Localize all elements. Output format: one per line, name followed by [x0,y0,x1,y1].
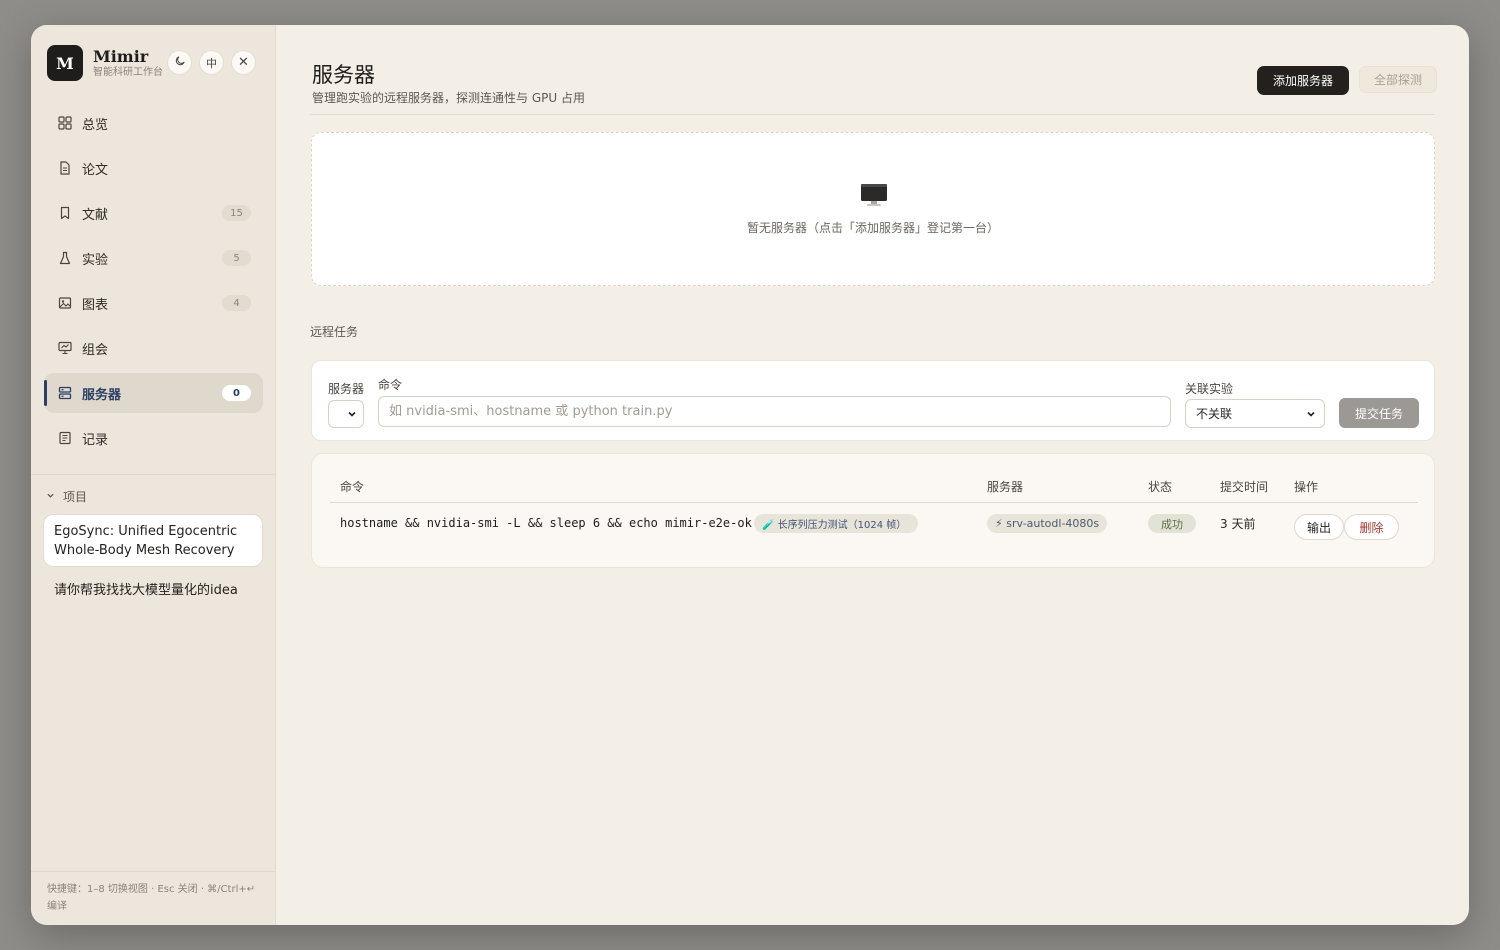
bookmark-icon [58,206,72,220]
sidebar-item-label: 总览 [82,117,109,133]
header-actions: 中 ✕ [167,50,256,75]
presentation-icon [58,341,72,355]
add-server-button[interactable]: 添加服务器 [1257,66,1349,95]
column-header-status: 状态 [1148,480,1173,494]
shortcut-hint: 快捷键：1–8 切换视图 · Esc 关闭 · ⌘/Ctrl+↵ 编译 [47,884,256,912]
sidebar-item-literature[interactable]: 文献 15 [44,193,263,233]
sidebar-divider [31,871,275,872]
count-badge: 15 [222,205,251,221]
sidebar-item-label: 组会 [82,342,109,358]
column-header-server: 服务器 [987,480,1024,494]
sidebar-item-records[interactable]: 记录 [44,418,263,458]
projects-header[interactable]: 项目 [46,488,87,505]
output-button[interactable]: 输出 [1294,514,1344,540]
moon-icon [174,55,186,70]
command-label: 命令 [378,378,403,392]
main-content: 服务器 管理跑实验的远程服务器，探测连通性与 GPU 占用 添加服务器 全部探测… [276,25,1469,925]
column-header-command: 命令 [340,480,365,494]
sidebar-divider [31,474,275,475]
count-badge: 5 [222,250,251,266]
count-badge: 0 [222,385,251,401]
sidebar-item-meetings[interactable]: 组会 [44,328,263,368]
close-icon: ✕ [238,55,249,70]
sidebar-item-label: 实验 [82,252,109,268]
column-header-actions: 操作 [1294,480,1319,494]
column-header-submitted: 提交时间 [1220,480,1269,494]
sidebar-item-servers[interactable]: 服务器 0 [44,373,263,413]
experiment-select-value: 不关联 [1196,407,1233,421]
brand: M Mimir 智能科研工作台 [47,45,163,81]
sidebar-item-overview[interactable]: 总览 [44,103,263,143]
sidebar-item-figures[interactable]: 图表 4 [44,283,263,323]
flask-icon [58,251,72,265]
sidebar-item-papers[interactable]: 论文 [44,148,263,188]
sidebar-item-label: 图表 [82,297,109,313]
chevron-down-icon [46,491,55,503]
remote-tasks-table: 命令 服务器 状态 提交时间 操作 hostname && nvidia-smi… [311,453,1435,568]
remote-tasks-heading: 远程任务 [310,325,359,339]
server-chip[interactable]: ⚡ srv-autodl-4080s [987,514,1108,533]
projects-header-label: 项目 [63,490,88,504]
page-subtitle: 管理跑实验的远程服务器，探测连通性与 GPU 占用 [312,91,585,105]
language-toggle-button[interactable]: 中 [199,50,224,75]
probe-all-button[interactable]: 全部探测 [1359,66,1437,93]
submit-task-button[interactable]: 提交任务 [1339,398,1419,428]
app-name: Mimir [93,46,149,66]
notes-icon [58,431,72,445]
app-window: M Mimir 智能科研工作台 中 ✕ 总览 论文 文献 15 实验 5 图表 … [31,25,1469,925]
empty-servers-panel: 暂无服务器（点击「添加服务器」登记第一台） [311,132,1435,286]
task-form: 服务器 命令 关联实验 不关联 提交任务 [311,360,1435,441]
project-item[interactable]: 请你帮我找找大模型量化的idea [54,579,238,598]
sidebar-item-label: 论文 [82,162,109,178]
experiment-select-label: 关联实验 [1185,382,1234,396]
app-subtitle: 智能科研工作台 [93,66,163,78]
sidebar-nav: 总览 论文 文献 15 实验 5 图表 4 组会 服务器 0 记录 [44,103,263,463]
sidebar-item-label: 文献 [82,207,109,223]
app-logo: M [47,45,83,81]
project-item[interactable]: EgoSync: Unified Egocentric Whole-Body M… [43,514,263,567]
sidebar-item-label: 记录 [82,432,109,448]
document-icon [58,161,72,175]
header-divider [310,114,1435,115]
count-badge: 4 [222,295,251,311]
monitor-icon [860,181,888,209]
experiment-chip[interactable]: 🧪 长序列压力测试（1024 帧） [754,514,919,533]
chevron-down-icon [1306,409,1316,419]
sidebar: M Mimir 智能科研工作台 中 ✕ 总览 论文 文献 15 实验 5 图表 … [31,25,276,925]
command-input[interactable] [378,396,1171,427]
server-select[interactable] [328,400,364,428]
experiment-select[interactable]: 不关联 [1185,399,1325,428]
status-badge: 成功 [1148,514,1196,533]
chevron-down-icon [347,409,357,419]
task-command: hostname && nvidia-smi -L && sleep 6 && … [340,516,752,530]
empty-state-text: 暂无服务器（点击「添加服务器」登记第一台） [746,221,999,235]
delete-button[interactable]: 删除 [1344,514,1399,540]
page-title: 服务器 [312,63,375,87]
image-icon [58,296,72,310]
sidebar-item-label: 服务器 [82,387,122,403]
server-select-label: 服务器 [328,382,365,396]
close-button[interactable]: ✕ [231,50,256,75]
theme-toggle-button[interactable] [167,50,192,75]
table-header-divider [330,502,1418,503]
submitted-time: 3 天前 [1220,517,1256,531]
grid-icon [58,116,72,130]
sidebar-item-experiments[interactable]: 实验 5 [44,238,263,278]
server-icon [58,386,72,400]
